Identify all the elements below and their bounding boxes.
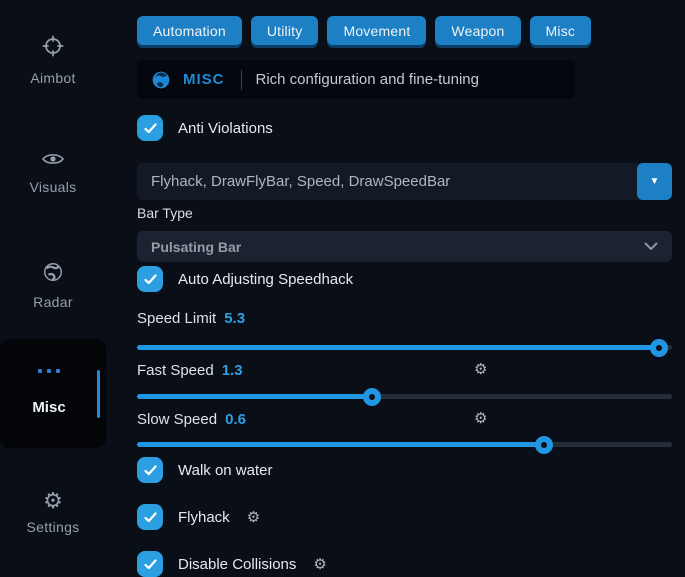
gear-icon[interactable]: ⚙ (474, 410, 487, 428)
walk-on-water-checkbox[interactable] (137, 457, 163, 483)
slider-fill (137, 442, 544, 447)
slider-label: Slow Speed (137, 411, 217, 428)
slider-handle[interactable] (363, 388, 381, 406)
sidebar: Aimbot Visuals Radar Misc ⚙ Settings (0, 0, 130, 563)
speed-limit-label: Speed Limit 5.3 (137, 309, 245, 327)
bar-type-value: Pulsating Bar (151, 239, 644, 255)
checkbox-label: Walk on water (178, 462, 272, 479)
section-subtitle: Rich configuration and fine-tuning (256, 71, 479, 88)
flags-multiselect[interactable]: Flyhack, DrawFlyBar, Speed, DrawSpeedBar… (137, 163, 672, 200)
multiselect-value: Flyhack, DrawFlyBar, Speed, DrawSpeedBar (137, 173, 637, 190)
sidebar-item-misc[interactable]: Misc (0, 339, 106, 448)
checkbox-label: Anti Violations (178, 120, 273, 137)
gear-icon: ⚙ (0, 489, 106, 513)
globe-icon (0, 261, 106, 288)
checkbox-label: Disable Collisions (178, 556, 296, 573)
triangle-down-icon: ▼ (650, 176, 660, 187)
checkbox-row-auto-adjusting: Auto Adjusting Speedhack (137, 266, 353, 292)
sidebar-item-label: Misc (0, 399, 98, 416)
sidebar-item-aimbot[interactable]: Aimbot (0, 33, 106, 88)
section-title: MISC (183, 71, 225, 88)
check-icon (144, 559, 157, 570)
multiselect-dropdown-button[interactable]: ▼ (637, 163, 672, 200)
checkbox-label: Auto Adjusting Speedhack (178, 271, 353, 288)
disable-collisions-checkbox[interactable] (137, 551, 163, 577)
flyhack-checkbox[interactable] (137, 504, 163, 530)
sidebar-item-label: Settings (27, 519, 80, 535)
bar-type-label: Bar Type (137, 205, 193, 221)
slow-speed-slider[interactable] (137, 435, 672, 453)
gear-icon[interactable]: ⚙ (313, 555, 326, 573)
slider-value: 0.6 (225, 411, 246, 428)
auto-adjusting-checkbox[interactable] (137, 266, 163, 292)
fast-speed-label: Fast Speed 1.3 (137, 361, 243, 379)
checkbox-row-walk-on-water: Walk on water (137, 457, 272, 483)
sidebar-item-settings[interactable]: ⚙ Settings (0, 489, 106, 537)
active-indicator (97, 370, 100, 418)
fast-speed-slider[interactable] (137, 387, 672, 405)
checkbox-row-flyhack: Flyhack ⚙ (137, 504, 260, 530)
tab-weapon[interactable]: Weapon (435, 16, 520, 45)
tab-bar: Automation Utility Movement Weapon Misc (137, 16, 591, 45)
tab-misc[interactable]: Misc (530, 16, 592, 45)
checkbox-label: Flyhack (178, 509, 230, 526)
check-icon (144, 465, 157, 476)
divider (241, 70, 242, 90)
main-panel: Automation Utility Movement Weapon Misc … (137, 0, 672, 563)
slider-handle[interactable] (650, 339, 668, 357)
sidebar-item-visuals[interactable]: Visuals (0, 150, 106, 197)
slider-value: 1.3 (222, 362, 243, 379)
speed-limit-slider[interactable] (137, 338, 672, 356)
gear-icon[interactable]: ⚙ (247, 508, 260, 526)
bar-type-select[interactable]: Pulsating Bar (137, 231, 672, 262)
slider-fill (137, 345, 659, 350)
crosshair-icon (0, 33, 106, 64)
slider-label: Fast Speed (137, 362, 214, 379)
gear-icon[interactable]: ⚙ (474, 361, 487, 379)
globe-icon (151, 70, 171, 90)
slider-fill (137, 394, 372, 399)
check-icon (144, 123, 157, 134)
sidebar-item-label: Aimbot (30, 70, 75, 86)
checkbox-row-disable-collisions: Disable Collisions ⚙ (137, 551, 327, 577)
tab-automation[interactable]: Automation (137, 16, 242, 45)
checkbox-row-anti-violations: Anti Violations (137, 115, 273, 141)
slider-label: Speed Limit (137, 310, 216, 327)
anti-violations-checkbox[interactable] (137, 115, 163, 141)
tab-movement[interactable]: Movement (327, 16, 426, 45)
slider-handle[interactable] (535, 436, 553, 454)
check-icon (144, 512, 157, 523)
check-icon (144, 274, 157, 285)
sidebar-item-radar[interactable]: Radar (0, 261, 106, 312)
ellipsis-icon (0, 369, 98, 373)
slow-speed-label: Slow Speed 0.6 (137, 410, 246, 428)
section-header: MISC Rich configuration and fine-tuning (137, 60, 575, 99)
chevron-down-icon (644, 242, 658, 251)
sidebar-item-label: Radar (33, 294, 73, 310)
eye-icon (0, 150, 106, 173)
tab-utility[interactable]: Utility (251, 16, 319, 45)
slider-value: 5.3 (224, 310, 245, 327)
sidebar-item-label: Visuals (30, 179, 77, 195)
